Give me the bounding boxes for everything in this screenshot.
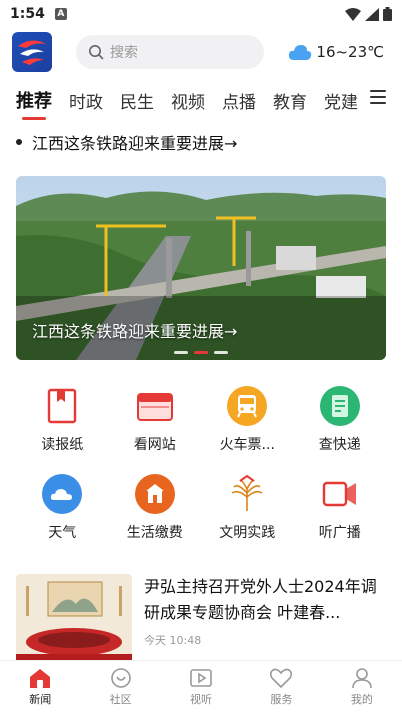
ticker-text: 江西这条铁路迎来重要进展→ [32,134,238,153]
browser-icon [133,384,177,428]
nav-label: 视听 [190,693,213,706]
news-thumbnail [16,574,132,664]
home-icon [30,669,51,688]
carousel-indicator [16,351,386,354]
quick-link-label: 看网站 [133,437,176,453]
nav-service[interactable]: 服务 [241,661,321,716]
civility-icon [225,472,269,516]
carousel-dot[interactable] [214,351,228,354]
tab-on-demand[interactable]: 点播 [222,88,256,113]
news-timestamp: 今天 10:48 [144,634,202,647]
search-input[interactable]: 搜索 [76,35,264,69]
nav-label: 我的 [350,693,373,706]
tab-video[interactable]: 视频 [171,88,205,113]
tab-politics[interactable]: 时政 [69,88,103,113]
carousel-dot-active[interactable] [194,351,208,354]
quick-link-label: 读报纸 [41,437,84,453]
heart-icon [270,668,293,689]
quick-link-label: 生活缴费 [126,525,183,541]
bill-icon [133,472,177,516]
banner-carousel[interactable]: 江西这条铁路迎来重要进展→ [16,176,386,360]
quick-link-train-ticket[interactable]: 火车票... [201,384,294,454]
headline-ticker[interactable]: 江西这条铁路迎来重要进展→ [16,130,237,154]
search-placeholder: 搜索 [110,45,138,61]
bullet-icon [16,139,22,145]
quick-links-grid: 读报纸 看网站 火车票... 查快递 天气 生活缴费 文明实践 听广播 [16,384,386,542]
quick-link-radio[interactable]: 听广播 [294,472,387,542]
nav-profile[interactable]: 我的 [322,661,402,716]
bottom-navigation: 新闻 社区 视听 服务 我的 [0,660,402,716]
carousel-dot[interactable] [174,351,188,354]
battery-icon [383,7,392,21]
quick-link-weather[interactable]: 天气 [16,472,109,542]
channel-tabs: 推荐 时政 民生 视频 点播 教育 党建 [0,82,402,120]
tab-recommend[interactable]: 推荐 [16,87,52,120]
package-icon [318,384,362,428]
status-time: 1:54 [10,6,45,22]
quick-link-label: 天气 [48,525,77,541]
newspaper-icon [40,384,84,428]
app-header: 搜索 16~23℃ [0,28,402,76]
community-icon [110,668,131,688]
video-icon [190,669,212,687]
notification-icon: A [54,8,67,20]
weather-temperature: 16~23℃ [316,43,384,61]
cloud-icon [289,45,312,60]
weather-widget[interactable]: 16~23℃ [288,43,390,61]
quick-link-express[interactable]: 查快递 [294,384,387,454]
wifi-icon [345,7,361,21]
tab-education[interactable]: 教育 [273,88,307,113]
quick-link-newspaper[interactable]: 读报纸 [16,384,109,454]
signal-icon [365,7,379,21]
quick-link-label: 火车票... [219,437,275,453]
quick-link-website[interactable]: 看网站 [109,384,202,454]
quick-link-label: 文明实践 [219,525,276,541]
news-title: 尹弘主持召开党外人士2024年调研成果专题协商会 叶建春... [144,577,377,622]
channel-menu-icon[interactable] [370,90,386,104]
banner-caption: 江西这条铁路迎来重要进展→ [32,322,238,341]
quick-link-label: 查快递 [318,437,361,453]
train-icon [225,384,269,428]
profile-icon [352,668,372,689]
tab-livelihood[interactable]: 民生 [120,88,154,113]
nav-label: 社区 [109,693,132,706]
logo-mark-icon [18,40,46,65]
quick-link-civility[interactable]: 文明实践 [201,472,294,542]
news-item[interactable]: 尹弘主持召开党外人士2024年调研成果专题协商会 叶建春... 今天 10:48 [16,574,386,664]
nav-community[interactable]: 社区 [80,661,160,716]
nav-news[interactable]: 新闻 [0,661,80,716]
nav-label: 新闻 [29,693,52,706]
quick-link-bill-payment[interactable]: 生活缴费 [109,472,202,542]
weather-icon [40,472,84,516]
status-bar: 1:54 A [0,0,402,28]
search-icon [89,45,104,60]
nav-label: 服务 [270,693,293,706]
tab-party-building[interactable]: 党建 [324,88,358,113]
quick-link-label: 听广播 [318,525,361,541]
nav-video[interactable]: 视听 [161,661,241,716]
app-logo[interactable] [12,32,52,72]
radio-icon [318,472,362,516]
